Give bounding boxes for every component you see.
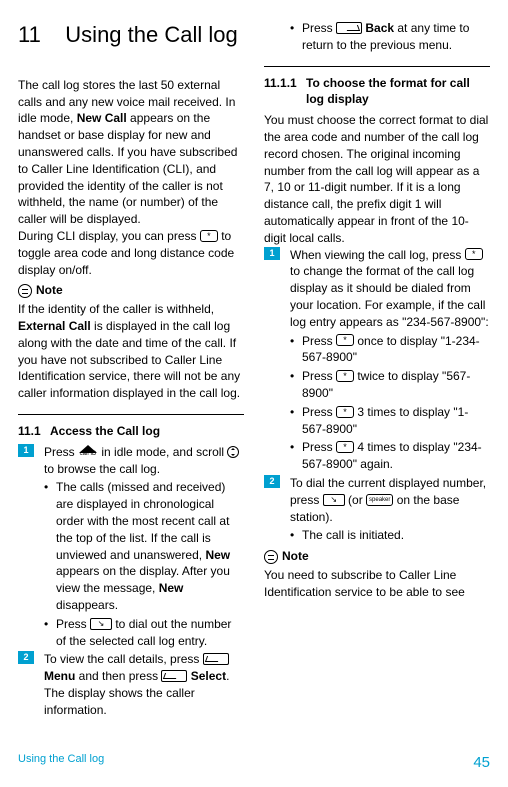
bullet-item: Press Back at any time to return to the … — [290, 20, 490, 54]
step-1b: 1 When viewing the call log, press * to … — [264, 247, 490, 331]
step-2: 2 To view the call details, press Menu a… — [18, 651, 244, 718]
footer-title: Using the Call log — [18, 752, 104, 773]
intro-paragraph-1: The call log stores the last 50 external… — [18, 77, 244, 228]
step-marker-1: 1 — [18, 444, 34, 457]
page-number: 45 — [473, 752, 490, 773]
note-label: Note — [36, 282, 63, 299]
nav-key-icon — [227, 446, 239, 458]
note-label: Note — [282, 548, 309, 565]
note-text: You need to subscribe to Caller Line Ide… — [264, 567, 490, 601]
intro-paragraph-2: During CLI display, you can press * to t… — [18, 228, 244, 278]
section-11-1-heading: 11.1 Access the Call log — [18, 423, 244, 440]
note-icon — [264, 550, 278, 564]
chapter-number: 11 — [18, 22, 41, 47]
step-1: 1 Press call ID in idle mode, and scroll… — [18, 444, 244, 478]
step-marker-2: 2 — [264, 475, 280, 488]
section-11-1-1-heading: 11.1.1 To choose the format for call log… — [264, 75, 490, 109]
bullet-item: Press * twice to display "567-8900" — [290, 368, 490, 402]
bullet-item: The calls (missed and received) are disp… — [44, 479, 244, 613]
subsection-intro: You must choose the correct format to di… — [264, 112, 490, 246]
step-marker-1: 1 — [264, 247, 280, 260]
callid-key-icon: call ID — [78, 445, 98, 459]
talk-key-icon: ↘ — [323, 494, 345, 506]
star-key-icon: * — [336, 441, 354, 453]
bullet-item: Press ↘ to dial out the number of the se… — [44, 616, 244, 650]
chapter-title: Using the Call log — [65, 22, 237, 47]
note-icon — [18, 284, 32, 298]
left-softkey-icon — [161, 670, 187, 682]
section-divider — [264, 66, 490, 67]
star-key-icon: * — [336, 406, 354, 418]
speaker-key-icon: speaker — [366, 494, 393, 506]
bullet-item: The call is initiated. — [290, 527, 490, 544]
bullet-item: Press * 4 times to display "234-567-8900… — [290, 439, 490, 473]
step-marker-2: 2 — [18, 651, 34, 664]
note-text: If the identity of the caller is withhel… — [18, 301, 244, 402]
star-key-icon: * — [336, 334, 354, 346]
section-divider — [18, 414, 244, 415]
chapter-heading: 11 Using the Call log — [18, 20, 244, 51]
note-heading: Note — [18, 282, 244, 299]
bullet-item: Press * 3 times to display "1-567-8900" — [290, 404, 490, 438]
star-key-icon: * — [200, 230, 218, 242]
page-footer: Using the Call log 45 — [18, 752, 490, 773]
note-heading: Note — [264, 548, 490, 565]
bullet-item: Press * once to display "1-234-567-8900" — [290, 333, 490, 367]
left-softkey-icon — [203, 653, 229, 665]
step-2b: 2 To dial the current displayed number, … — [264, 475, 490, 525]
talk-key-icon: ↘ — [90, 618, 112, 630]
right-softkey-icon — [336, 22, 362, 34]
star-key-icon: * — [465, 248, 483, 260]
star-key-icon: * — [336, 370, 354, 382]
